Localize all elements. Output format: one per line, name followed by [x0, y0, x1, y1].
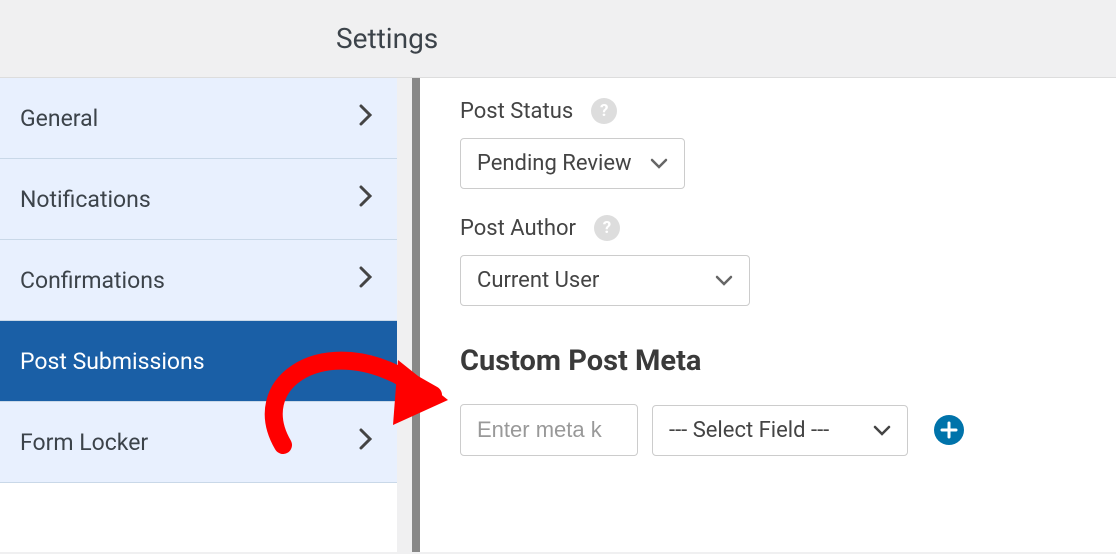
sidebar-item-form-locker[interactable]: Form Locker [0, 402, 397, 483]
settings-content: Post Status ? Pending Review Post Author… [412, 78, 1116, 552]
chevron-right-icon [359, 428, 373, 456]
chevron-down-icon [873, 418, 891, 443]
sidebar-item-confirmations[interactable]: Confirmations [0, 240, 397, 321]
sidebar-item-notifications[interactable]: Notifications [0, 159, 397, 240]
select-value: Pending Review [477, 151, 632, 176]
post-author-group: Post Author ? Current User [460, 215, 1076, 306]
sidebar-item-label: Form Locker [20, 429, 148, 456]
settings-sidebar: General Notifications Confirmations Post… [0, 78, 397, 552]
select-placeholder: --- Select Field --- [669, 418, 829, 443]
add-meta-button[interactable] [934, 415, 964, 445]
chevron-right-icon [359, 104, 373, 132]
main-container: General Notifications Confirmations Post… [0, 78, 1116, 552]
sidebar-item-label: General [20, 105, 98, 132]
chevron-down-icon [650, 151, 668, 176]
post-status-label: Post Status ? [460, 98, 1076, 124]
post-author-select[interactable]: Current User [460, 255, 750, 306]
sidebar-item-label: Post Submissions [20, 348, 205, 375]
post-status-select[interactable]: Pending Review [460, 138, 685, 189]
chevron-right-icon [359, 266, 373, 294]
sidebar-item-label: Confirmations [20, 267, 165, 294]
settings-header: Settings [0, 0, 1116, 78]
help-icon[interactable]: ? [594, 215, 620, 241]
meta-key-input[interactable] [460, 404, 638, 456]
sidebar-item-general[interactable]: General [0, 78, 397, 159]
select-value: Current User [477, 268, 599, 293]
post-status-group: Post Status ? Pending Review [460, 98, 1076, 189]
label-text: Post Author [460, 216, 576, 241]
custom-meta-row: --- Select Field --- [460, 404, 1076, 456]
help-icon[interactable]: ? [591, 98, 617, 124]
custom-post-meta-title: Custom Post Meta [460, 344, 1076, 378]
chevron-down-icon [351, 347, 373, 375]
label-text: Post Status [460, 99, 573, 124]
meta-field-select[interactable]: --- Select Field --- [652, 405, 908, 456]
chevron-right-icon [359, 185, 373, 213]
sidebar-item-label: Notifications [20, 186, 151, 213]
chevron-down-icon [715, 268, 733, 293]
sidebar-item-post-submissions[interactable]: Post Submissions [0, 321, 397, 402]
page-title: Settings [336, 22, 1116, 55]
post-author-label: Post Author ? [460, 215, 1076, 241]
